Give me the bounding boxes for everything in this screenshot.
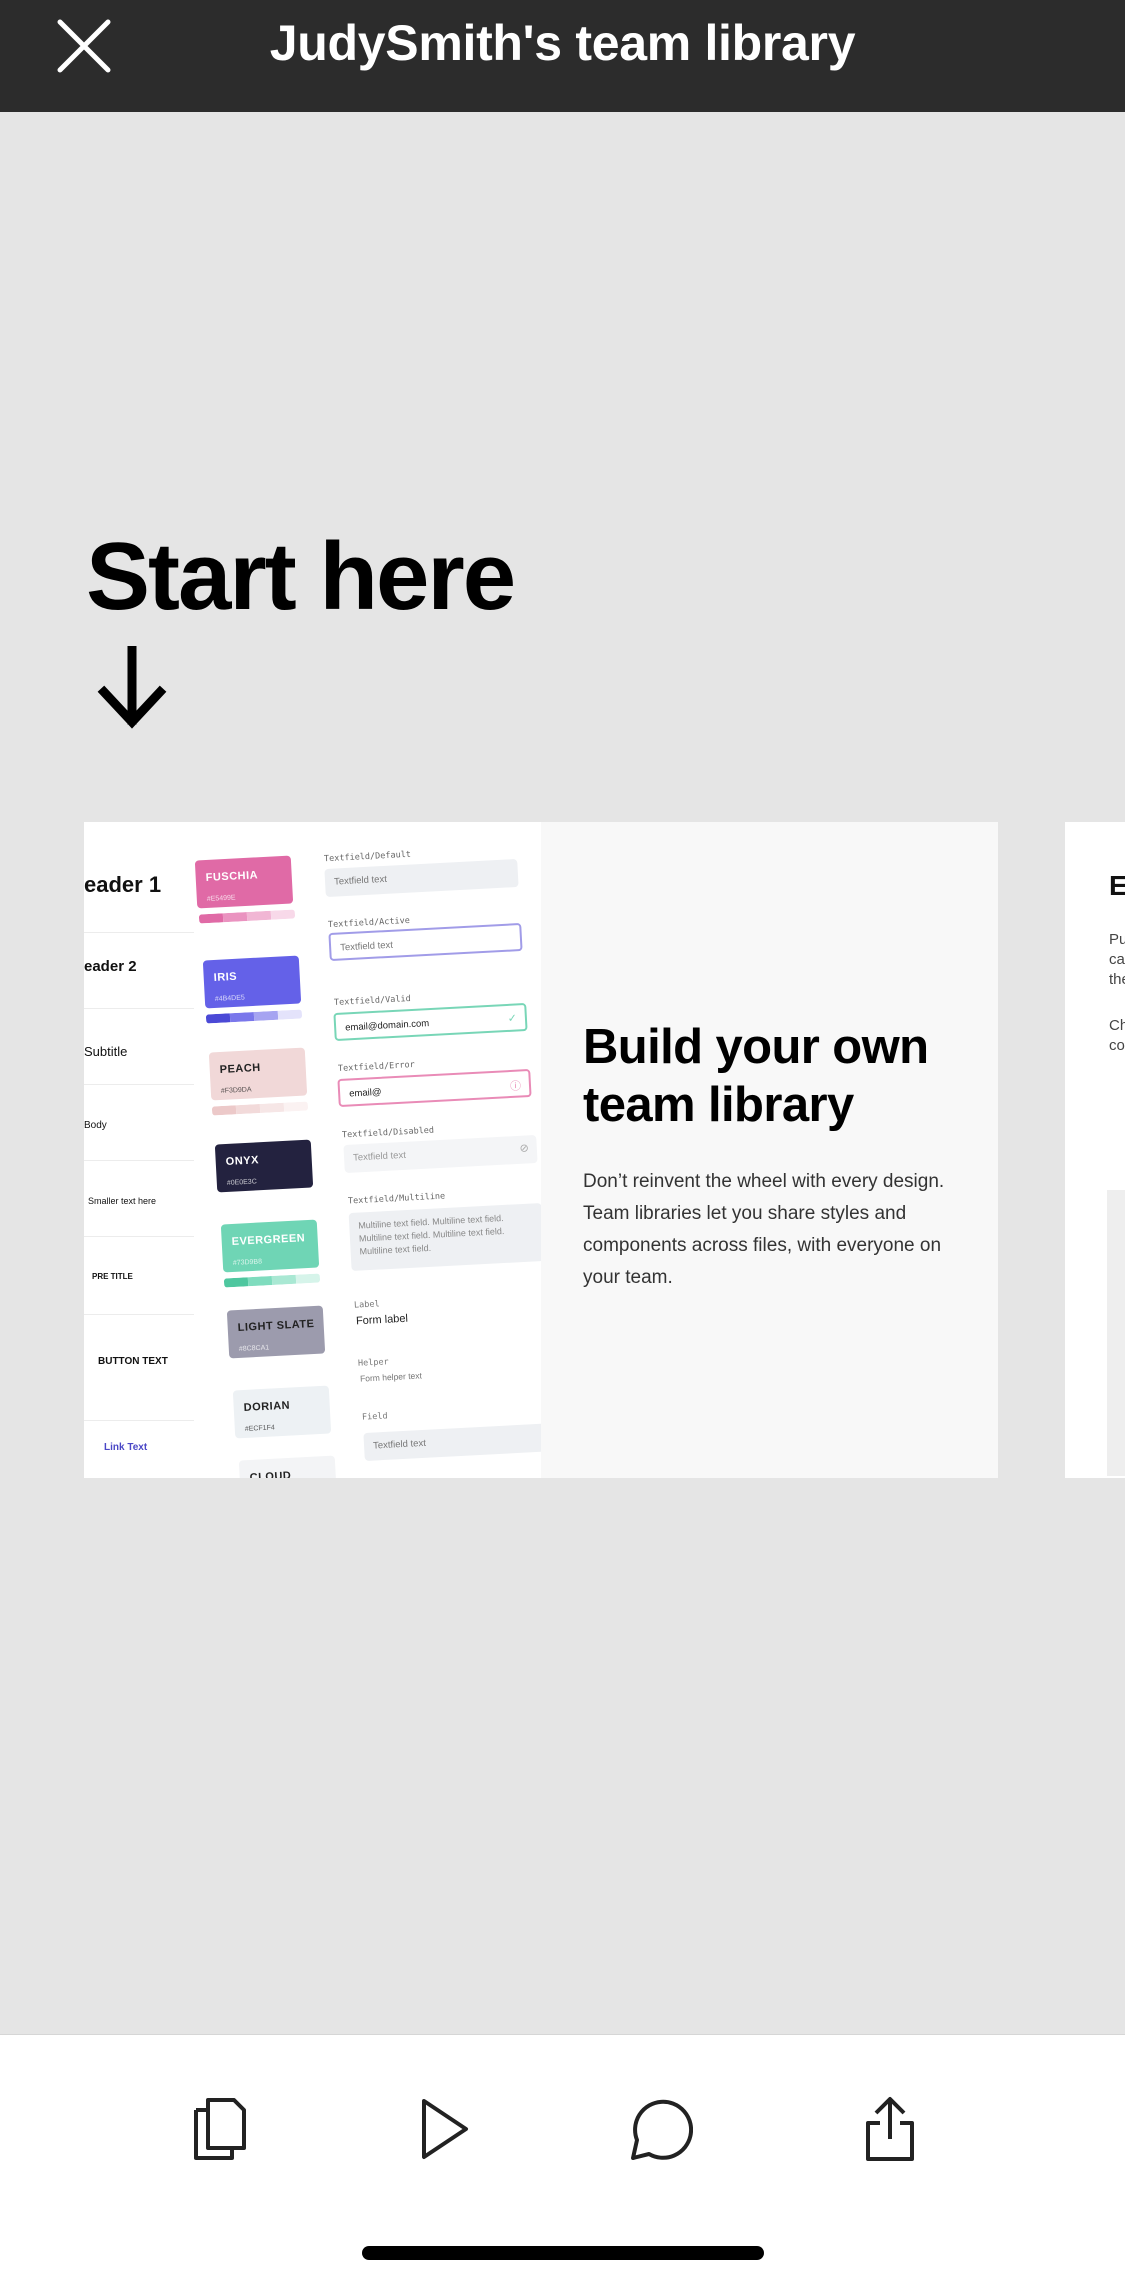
textfield-label: Textfield/Error [337, 1059, 415, 1075]
swatch-tints [205, 1009, 303, 1024]
color-swatch-peach: PEACH #F3D9DA [208, 1047, 308, 1101]
color-swatch-onyx: ONYX #0E0E3C [214, 1139, 314, 1193]
next-card-text: Ch [1109, 1017, 1125, 1034]
textfield-label: Textfield/Default [323, 849, 412, 865]
textfield-default: Textfield text [324, 858, 519, 898]
textfield-value: email@domain.com [344, 1018, 430, 1034]
typography-body: Body [84, 1120, 107, 1131]
start-here-heading: Start here [86, 523, 516, 630]
card-text-panel: Build your own team library Don’t reinve… [541, 822, 998, 1478]
typography-subtitle: Subtitle [84, 1044, 128, 1059]
card-heading: Build your own team library [583, 1020, 929, 1132]
textfield-label: Textfield/Multiline [347, 1191, 446, 1207]
textfield-label: Textfield/Disabled [341, 1125, 435, 1141]
page-title: JudySmith's team library [269, 15, 856, 71]
swatch-hex: #ECF1F4 [244, 1424, 275, 1433]
share-icon[interactable] [850, 2089, 930, 2169]
swatch-name: PEACH [219, 1061, 262, 1076]
swatch-hex: #4B4DE5 [214, 994, 245, 1003]
divider [84, 1008, 194, 1009]
library-preview: eader 1 eader 2 Subtitle Body Smaller te… [84, 822, 541, 1478]
swatch-hex: #0E0E3C [226, 1178, 257, 1187]
checkmark-icon: ✓ [507, 1012, 518, 1025]
color-swatch-fuschia: FUSCHIA #E5499E [194, 855, 294, 909]
next-card-text: ca [1109, 951, 1125, 968]
swatch-hex: #8C8CA1 [238, 1344, 270, 1353]
swatch-hex: #E5499E [206, 894, 236, 903]
typography-link-text: Link Text [104, 1442, 148, 1453]
swatch-name: FUSCHIA [205, 869, 259, 884]
swatch-tints [198, 909, 296, 924]
typography-pre-title: PRE TITLE [92, 1272, 133, 1281]
swatch-name: DORIAN [243, 1399, 291, 1414]
next-card[interactable]: E Pu ca the Ch co [1065, 822, 1125, 1478]
home-indicator [362, 2246, 764, 2260]
play-icon[interactable] [404, 2089, 484, 2169]
form-helper-caption: Helper [357, 1357, 389, 1369]
divider [84, 1160, 194, 1161]
error-icon: ⓘ [509, 1080, 522, 1094]
color-swatch-iris: IRIS #4B4DE5 [202, 955, 302, 1009]
swatch-hex: #F3D9DA [220, 1086, 252, 1095]
disabled-icon: ⊘ [519, 1142, 530, 1155]
next-card-image [1107, 1190, 1125, 1476]
textfield-label: Textfield/Active [327, 915, 411, 931]
textfield-error: email@ ⓘ [337, 1068, 532, 1108]
swatch-tints [211, 1101, 309, 1116]
next-card-text: co [1109, 1037, 1125, 1054]
prototype-canvas[interactable]: Start here eader 1 eader 2 Subtitle Body… [0, 112, 1125, 2034]
next-card-heading: E [1109, 870, 1125, 901]
swatch-name: IRIS [213, 970, 238, 984]
swatch-name: EVERGREEN [231, 1232, 306, 1248]
textfield-disabled: Textfield text ⊘ [343, 1134, 538, 1174]
form-field-input: Textfield text [363, 1422, 541, 1462]
arrow-down-icon [96, 645, 168, 730]
textfield-multiline: Multiline text field. Multiline text fie… [348, 1202, 541, 1272]
color-swatch-cloud: CLOUD [238, 1455, 338, 1478]
textfield-active: Textfield text [328, 922, 523, 962]
next-card-text: the [1109, 971, 1125, 988]
library-card[interactable]: eader 1 eader 2 Subtitle Body Smaller te… [84, 822, 998, 1478]
swatch-name: LIGHT SLATE [237, 1317, 315, 1334]
typography-small-text: Smaller text here [88, 1196, 157, 1206]
divider [84, 932, 194, 933]
comment-icon[interactable] [620, 2089, 700, 2169]
top-bar: JudySmith's team library [0, 0, 1125, 112]
form-label-value: Form label [355, 1312, 409, 1328]
textfield-label: Textfield/Valid [333, 993, 411, 1009]
form-field-caption: Field [361, 1411, 388, 1423]
swatch-tints [223, 1273, 321, 1288]
divider [84, 1420, 194, 1421]
typography-button-text: BUTTON TEXT [98, 1356, 168, 1367]
color-swatch-dorian: DORIAN #ECF1F4 [232, 1385, 332, 1439]
next-card-text: Pu [1109, 931, 1125, 948]
card-body: Don’t reinvent the wheel with every desi… [583, 1171, 945, 1288]
typography-header-1: eader 1 [84, 872, 162, 897]
divider [84, 1314, 194, 1315]
typography-header-2: eader 2 [84, 958, 137, 975]
textfield-valid: email@domain.com ✓ [333, 1002, 528, 1042]
swatch-name: CLOUD [249, 1469, 292, 1478]
color-swatch-evergreen: EVERGREEN #73D9B8 [220, 1219, 320, 1273]
divider [84, 1236, 194, 1237]
color-swatch-light-slate: LIGHT SLATE #8C8CA1 [226, 1305, 326, 1359]
pages-icon[interactable] [180, 2089, 260, 2169]
swatch-hex: #73D9B8 [232, 1258, 263, 1267]
divider [84, 1084, 194, 1085]
form-label-caption: Label [353, 1299, 380, 1311]
form-helper-value: Form helper text [359, 1370, 423, 1384]
textfield-value: email@ [348, 1086, 382, 1100]
swatch-name: ONYX [225, 1154, 260, 1168]
textfield-value: Textfield text [352, 1149, 407, 1164]
